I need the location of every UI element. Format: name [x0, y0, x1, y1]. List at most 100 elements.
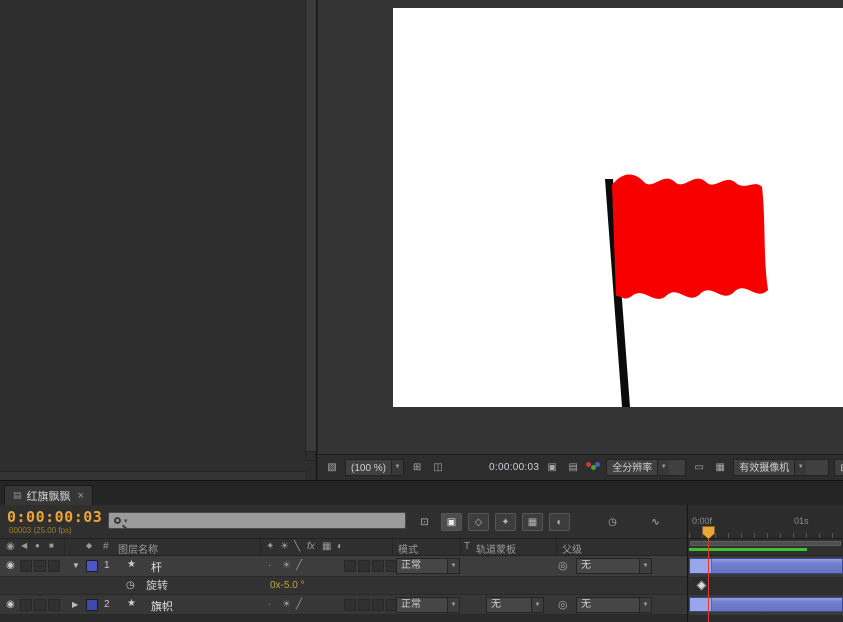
resolution-dropdown[interactable]: 全分辨率 ▼	[606, 459, 687, 476]
flag-graphic	[612, 174, 768, 299]
close-icon[interactable]: ×	[78, 490, 84, 502]
frame-blend-switch[interactable]	[358, 599, 370, 611]
preview-timecode[interactable]: 0:00:00:03	[489, 462, 539, 473]
frame-blending-button[interactable]: ▦	[522, 513, 543, 531]
project-panel	[0, 0, 317, 480]
horizontal-scrollbar[interactable]	[0, 471, 305, 480]
draft-3d-button[interactable]: ◇	[468, 513, 489, 531]
timeline-left-pane: 0:00:00:03 00003 (25.00 fps) ▾ ⊡ ▣ ◇ ✦ ▦…	[0, 505, 688, 622]
solo-column-icon: ●	[35, 541, 40, 550]
eye-toggle[interactable]: ◉	[6, 599, 15, 611]
motion-blur-button[interactable]: ◐	[549, 513, 570, 531]
collapse-switch[interactable]: ☀	[282, 599, 291, 611]
parent-dropdown[interactable]: 无 ▼	[576, 558, 652, 574]
chevron-down-icon: ▼	[391, 460, 404, 475]
blend-mode-dropdown[interactable]: 正常 ▼	[396, 558, 460, 574]
timeline-body: 0:00:00:03 00003 (25.00 fps) ▾ ⊡ ▣ ◇ ✦ ▦…	[0, 505, 843, 622]
layer-row-1[interactable]: ◉ ▼ 1 ★ 杆 · ☀ ╱ 正常 ▼ ◎ 无 ▼	[0, 556, 687, 577]
transparency-grid-icon[interactable]: ▦	[712, 460, 728, 475]
parent-column-header: 父级	[562, 545, 582, 556]
quality-switch[interactable]: ╱	[296, 599, 302, 611]
scrollbar-corner	[305, 451, 316, 461]
search-field[interactable]: ▾	[108, 512, 406, 529]
playhead-line[interactable]	[708, 538, 709, 622]
motion-blur-switch-icon: ◐	[337, 541, 344, 552]
resolution-value: 全分辨率	[612, 463, 653, 474]
chevron-down-icon: ▼	[447, 559, 459, 573]
lock-toggle[interactable]	[48, 599, 60, 611]
composition-toolbar: ▧ (100 %) ▼ ⊞ ◫ 0:00:00:03 ▣ ▤ 全分辨率 ▼ ▭ …	[318, 454, 843, 480]
snapshot-icon[interactable]: ▣	[544, 460, 560, 475]
expand-caret-icon[interactable]: ▼	[72, 561, 80, 570]
work-area-strip	[689, 539, 843, 556]
stopwatch-icon[interactable]: ◷	[126, 580, 135, 592]
quality-switch[interactable]: ╱	[296, 560, 302, 572]
rotation-value[interactable]: 0x-5.0 °	[270, 580, 305, 591]
fx-switch[interactable]	[344, 599, 356, 611]
solo-toggle[interactable]	[34, 599, 46, 611]
safe-zones-icon[interactable]: ⊞	[409, 460, 425, 475]
mode-column-header: 模式	[398, 545, 418, 556]
layer-2-duration-bar[interactable]	[689, 597, 843, 612]
keyframe-diamond[interactable]	[696, 580, 707, 591]
mask-visibility-icon[interactable]: ◫	[430, 460, 446, 475]
current-timecode[interactable]: 0:00:00:03	[7, 508, 102, 526]
search-options-arrow-icon[interactable]: ▾	[124, 517, 128, 525]
camera-view-dropdown[interactable]: 有效摄像机 ▼	[733, 459, 830, 476]
ruler-end-label: 01s	[794, 516, 809, 526]
search-input[interactable]	[130, 515, 400, 526]
work-area-bar[interactable]	[690, 541, 841, 546]
live-update-button[interactable]: ▣	[441, 513, 462, 531]
eye-toggle[interactable]: ◉	[6, 560, 15, 572]
hide-shy-layers-button[interactable]: ✦	[495, 513, 516, 531]
graph-editor-button[interactable]: ∿	[645, 513, 666, 531]
vertical-scrollbar[interactable]	[305, 0, 316, 451]
view-layout-dropdown[interactable]: ⊞ ▼	[834, 459, 843, 476]
track-matte-dropdown[interactable]: 无 ▼	[486, 597, 544, 613]
tab-title: 红旗飘飘	[26, 490, 71, 503]
blend-mode-dropdown[interactable]: 正常 ▼	[396, 597, 460, 613]
show-snapshot-icon[interactable]: ▤	[565, 460, 581, 475]
layer-row-2[interactable]: ◉ ▶ 2 ★ 旗帜 · ☀ ╱ 正常 ▼ 无 ▼ ◎ 无 ▼	[0, 595, 687, 615]
property-name[interactable]: 旋转	[146, 580, 168, 592]
panel-icon: ▤	[13, 490, 22, 500]
fx-switch[interactable]	[344, 560, 356, 572]
frame-blend-switch[interactable]	[358, 560, 370, 572]
layer-name[interactable]: 旗帜	[151, 598, 173, 614]
region-of-interest-icon[interactable]: ▭	[691, 460, 707, 475]
property-row-rotation[interactable]: ◷ 旋转 0x-5.0 °	[0, 577, 687, 595]
audio-toggle[interactable]	[20, 599, 32, 611]
parent-pickwhip-icon[interactable]: ◎	[558, 559, 568, 572]
chevron-down-icon: ▼	[447, 598, 459, 612]
lock-toggle[interactable]	[48, 560, 60, 572]
camera-view-value: 有效摄像机	[739, 463, 790, 474]
collapse-switch[interactable]: ☀	[282, 560, 291, 572]
after-effects-window: ▧ (100 %) ▼ ⊞ ◫ 0:00:00:03 ▣ ▤ 全分辨率 ▼ ▭ …	[0, 0, 843, 622]
always-preview-icon[interactable]: ▧	[324, 460, 340, 475]
label-color-swatch[interactable]	[86, 560, 98, 572]
layer-index: 1	[104, 560, 110, 571]
shy-switch[interactable]: ·	[268, 599, 271, 611]
motion-blur-switch[interactable]	[372, 560, 384, 572]
layer-2-track	[689, 595, 843, 615]
parent-dropdown[interactable]: 无 ▼	[576, 597, 652, 613]
magnification-dropdown[interactable]: (100 %) ▼	[345, 459, 405, 476]
auto-keyframe-button[interactable]: ◷	[602, 513, 623, 531]
fx-switch-icon: fx	[307, 541, 315, 552]
show-channels-icon[interactable]	[586, 462, 601, 473]
layer-1-track	[689, 556, 843, 577]
shy-switch[interactable]: ·	[268, 560, 271, 572]
audio-toggle[interactable]	[20, 560, 32, 572]
composition-mini-flowchart-icon[interactable]: ⊡	[414, 513, 435, 531]
blend-mode-value: 正常	[401, 599, 421, 610]
expand-caret-icon[interactable]: ▶	[72, 600, 78, 609]
chevron-down-icon: ▼	[639, 559, 651, 573]
layer-1-duration-bar[interactable]	[689, 558, 843, 574]
timeline-tab[interactable]: ▤ 红旗飘飘 ×	[4, 485, 93, 505]
motion-blur-switch[interactable]	[372, 599, 384, 611]
view-layout-icon: ⊞	[835, 460, 843, 475]
layer-name[interactable]: 杆	[151, 559, 162, 575]
parent-pickwhip-icon[interactable]: ◎	[558, 598, 568, 611]
label-color-swatch[interactable]	[86, 599, 98, 611]
solo-toggle[interactable]	[34, 560, 46, 572]
